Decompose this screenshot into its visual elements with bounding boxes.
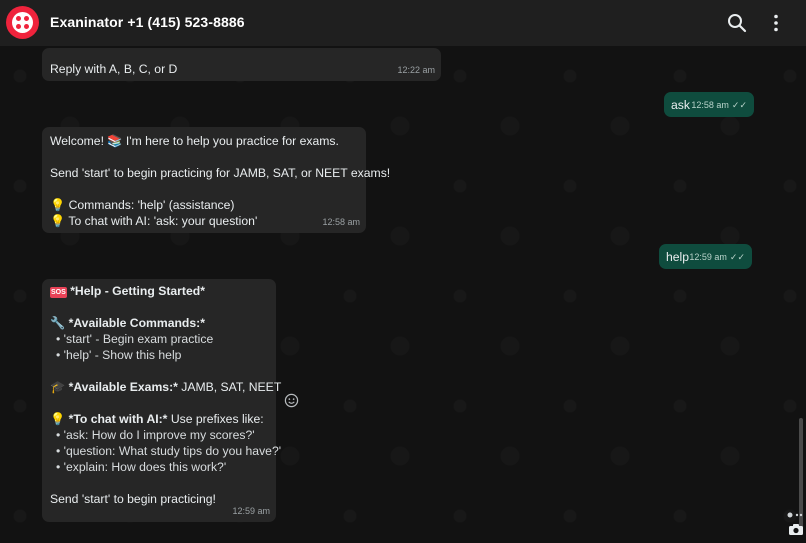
message-text: 'question: What study tips do you have?' <box>63 444 282 458</box>
message-text: 'explain: How does this work?' <box>63 460 227 474</box>
camera-icon[interactable] <box>788 523 804 536</box>
message-time: 12:58 am <box>322 217 360 227</box>
double-check-icon: ✓✓ <box>731 100 747 110</box>
lightbulb-icon: 💡 <box>50 198 66 212</box>
sos-icon: SOS <box>50 287 67 298</box>
message-incoming[interactable]: SOS *Help - Getting Started* 🔧 *Availabl… <box>42 279 281 522</box>
kebab-menu-icon[interactable] <box>764 11 788 35</box>
message-heading: *Available Commands:* <box>68 316 205 330</box>
emoji-react-icon[interactable] <box>284 393 299 408</box>
message-heading: *Available Exams:* <box>68 380 178 394</box>
message-time: 12:22 am <box>397 65 435 75</box>
twilio-logo-icon[interactable] <box>6 6 39 39</box>
message-text: Welcome! 📚 I'm here to help you practice… <box>50 134 339 148</box>
message-list[interactable]: Reply with A, B, C, or D 12:22 am ask 12… <box>0 46 806 543</box>
message-text: Send 'start' to begin practicing for JAM… <box>50 166 391 180</box>
attachment-icon[interactable] <box>787 510 805 520</box>
graduation-cap-icon: 🎓 <box>50 380 66 394</box>
search-icon[interactable] <box>725 11 749 35</box>
message-text: 'ask: How do I improve my scores?' <box>63 428 255 442</box>
message-text: ask <box>671 98 690 112</box>
message-text: Commands: 'help' (assistance) <box>68 198 235 212</box>
message-heading: *To chat with AI:* <box>68 412 168 426</box>
message-heading: *Help - Getting Started* <box>70 284 205 298</box>
message-text: JAMB, SAT, NEET <box>177 380 282 394</box>
message-text: Use prefixes like: <box>167 412 264 426</box>
message-incoming[interactable]: Reply with A, B, C, or D 12:22 am <box>42 48 441 81</box>
lightbulb-icon: 💡 <box>50 214 66 228</box>
lightbulb-icon: 💡 <box>50 412 66 426</box>
message-time: 12:58 am <box>691 100 729 110</box>
chat-header: Exaninator +1 (415) 523-8886 <box>0 0 806 46</box>
message-time: 12:59 am <box>689 252 727 262</box>
message-text: help <box>666 250 690 264</box>
double-check-icon: ✓✓ <box>729 252 745 262</box>
message-text: Reply with A, B, C, or D <box>50 62 178 76</box>
message-text: 'start' - Begin exam practice <box>63 332 214 346</box>
message-text: To chat with AI: 'ask: your question' <box>68 214 258 228</box>
chat-title[interactable]: Exaninator +1 (415) 523-8886 <box>50 14 245 30</box>
media-tray[interactable] <box>787 510 805 540</box>
wrench-icon: 🔧 <box>50 316 66 330</box>
message-incoming[interactable]: Welcome! 📚 I'm here to help you practice… <box>42 127 390 233</box>
message-text: 'help' - Show this help <box>63 348 182 362</box>
message-outgoing[interactable]: help 12:59 am ✓✓ <box>659 244 752 269</box>
message-time: 12:59 am <box>232 506 270 516</box>
message-outgoing[interactable]: ask 12:58 am ✓✓ <box>664 92 754 117</box>
